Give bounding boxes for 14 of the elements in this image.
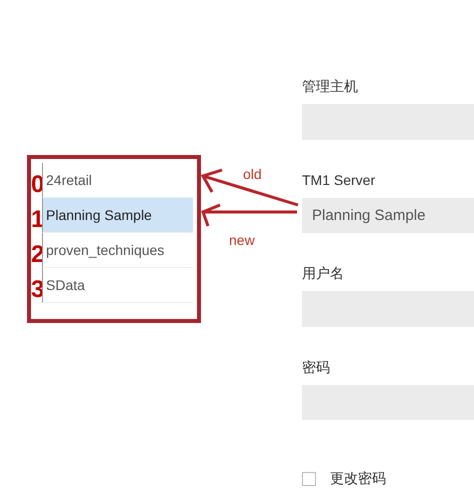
index-number: 1 <box>31 205 42 233</box>
annotation-label: new <box>229 232 255 248</box>
server-list-item[interactable]: proven_techniques <box>42 233 193 268</box>
field-label: TM1 Server <box>302 170 376 190</box>
field-label: 管理主机 <box>302 77 359 96</box>
input-field[interactable]: Planning Sample <box>302 198 474 233</box>
annotation-label: old <box>243 166 262 182</box>
checkbox[interactable] <box>302 472 316 486</box>
server-list-item[interactable]: Planning Sample <box>42 198 193 233</box>
field-label: 用户名 <box>302 264 345 283</box>
server-list-item[interactable]: 24retail <box>42 163 193 198</box>
checkbox-label: 更改密码 <box>330 470 386 488</box>
field-label: 密码 <box>302 358 331 376</box>
server-list-item[interactable]: SData <box>42 268 193 303</box>
